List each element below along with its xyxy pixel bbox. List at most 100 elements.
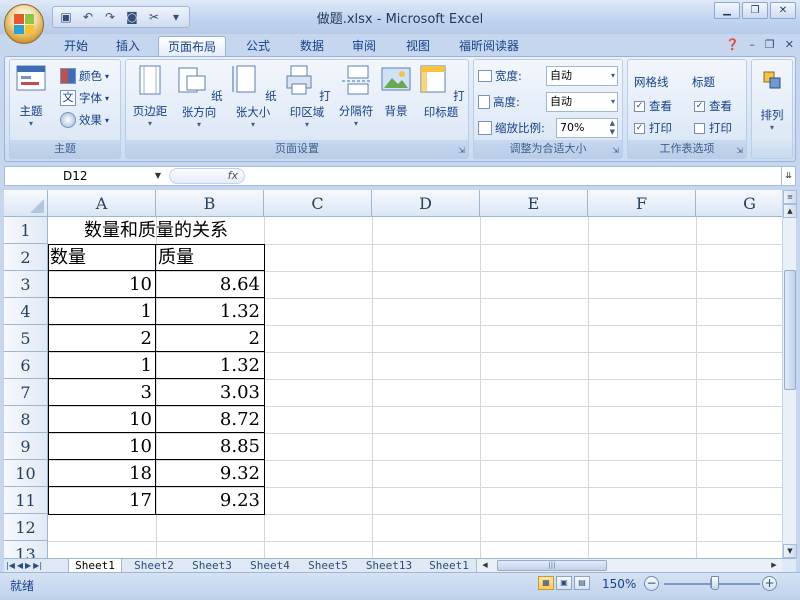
- table-cell-qty[interactable]: 10: [48, 433, 156, 460]
- table-cell-mass[interactable]: 3.03: [156, 379, 264, 406]
- tab-home[interactable]: 开始: [56, 36, 96, 56]
- first-sheet-icon[interactable]: |◀: [6, 559, 15, 572]
- table-cell-mass[interactable]: 8.64: [156, 271, 264, 298]
- worksheet-grid[interactable]: A B C D E F G 1 2 3 4 5 6 7 8 9 10 11 12…: [4, 190, 782, 558]
- expand-formula-bar-icon[interactable]: ⇊: [781, 167, 795, 185]
- print-area-button[interactable]: 打印区域 ▾: [280, 64, 334, 129]
- zoom-level[interactable]: 150%: [602, 577, 636, 591]
- cell-a2-header[interactable]: 数量: [50, 244, 154, 271]
- table-cell-mass[interactable]: 9.32: [156, 460, 264, 487]
- sheet-tab-sheet5[interactable]: Sheet5: [300, 559, 356, 573]
- row-header-7[interactable]: 7: [4, 379, 48, 406]
- scale-launcher-icon[interactable]: ⇲: [612, 146, 619, 155]
- table-cell-mass[interactable]: 8.85: [156, 433, 264, 460]
- row-header-1[interactable]: 1: [4, 217, 48, 244]
- maximize-button[interactable]: ❐: [742, 2, 768, 19]
- table-cell-qty[interactable]: 17: [48, 487, 156, 514]
- sheet-tab-sheet4[interactable]: Sheet4: [242, 559, 298, 573]
- zoom-out-icon[interactable]: −: [644, 576, 659, 591]
- row-header-6[interactable]: 6: [4, 352, 48, 379]
- row-header-5[interactable]: 5: [4, 325, 48, 352]
- background-button[interactable]: 背景: [378, 64, 414, 119]
- vertical-scrollbar[interactable]: ≡ ▲ ▼: [782, 190, 797, 558]
- scroll-up-icon[interactable]: ▲: [783, 204, 797, 218]
- horizontal-scroll-thumb[interactable]: |||: [497, 560, 607, 571]
- column-header-a[interactable]: A: [48, 190, 156, 217]
- normal-view-icon[interactable]: ▦: [538, 576, 554, 590]
- scale-stepper[interactable]: 70% ▲ ▼: [556, 118, 618, 138]
- prev-sheet-icon[interactable]: ◀: [17, 559, 23, 572]
- scroll-down-icon[interactable]: ▼: [783, 544, 797, 558]
- tab-review[interactable]: 审阅: [344, 36, 384, 56]
- table-cell-qty[interactable]: 1: [48, 352, 156, 379]
- gridlines-print-checkbox[interactable]: ✓ 打印: [634, 120, 672, 136]
- cell-b2-header[interactable]: 质量: [158, 244, 262, 271]
- row-header-10[interactable]: 10: [4, 460, 48, 487]
- table-cell-qty[interactable]: 2: [48, 325, 156, 352]
- tab-view[interactable]: 视图: [398, 36, 438, 56]
- column-header-g[interactable]: G: [696, 190, 782, 217]
- restore-icon[interactable]: ❐: [765, 38, 775, 51]
- zoom-slider-thumb[interactable]: [711, 576, 719, 590]
- page-break-preview-icon[interactable]: ▤: [574, 576, 590, 590]
- print-titles-button[interactable]: 打印标题: [414, 64, 468, 120]
- themes-button[interactable]: 主题 ▾: [12, 64, 50, 128]
- table-cell-qty[interactable]: 18: [48, 460, 156, 487]
- breaks-button[interactable]: 分隔符 ▾: [334, 64, 378, 128]
- tab-data[interactable]: 数据: [292, 36, 332, 56]
- office-button[interactable]: [4, 4, 44, 44]
- horizontal-scrollbar[interactable]: ◀ ||| ▶: [476, 559, 782, 573]
- tab-page-layout[interactable]: 页面布局: [158, 36, 226, 56]
- cell-a1-title[interactable]: 数量和质量的关系: [48, 217, 264, 244]
- sheet-tab-sheet2[interactable]: Sheet2: [126, 559, 182, 573]
- column-header-f[interactable]: F: [588, 190, 696, 217]
- scroll-left-icon[interactable]: ◀: [479, 559, 491, 572]
- row-header-11[interactable]: 11: [4, 487, 48, 514]
- row-header-12[interactable]: 12: [4, 514, 48, 541]
- headings-view-checkbox[interactable]: ✓ 查看: [694, 98, 732, 114]
- table-cell-mass[interactable]: 9.23: [156, 487, 264, 514]
- table-cell-mass[interactable]: 1.32: [156, 298, 264, 325]
- table-cell-qty[interactable]: 3: [48, 379, 156, 406]
- size-button[interactable]: 纸张大小 ▾: [226, 64, 280, 129]
- zoom-in-icon[interactable]: +: [762, 576, 777, 591]
- arrange-button[interactable]: 排列 ▾: [752, 70, 792, 132]
- vertical-scroll-thumb[interactable]: [784, 270, 796, 390]
- select-all-button[interactable]: [4, 190, 48, 217]
- sheet-tab-sheet3[interactable]: Sheet3: [184, 559, 240, 573]
- table-cell-qty[interactable]: 1: [48, 298, 156, 325]
- row-header-8[interactable]: 8: [4, 406, 48, 433]
- theme-effects-button[interactable]: 效果 ▾: [60, 110, 109, 130]
- row-header-9[interactable]: 9: [4, 433, 48, 460]
- sheet-tab-sheet13[interactable]: Sheet13: [358, 559, 420, 573]
- page-setup-launcher-icon[interactable]: ⇲: [458, 146, 465, 155]
- sheet-tab-sheet1-truncated[interactable]: Sheet1: [424, 559, 474, 573]
- name-box[interactable]: D12 ▼: [5, 167, 163, 185]
- width-dropdown[interactable]: 自动 ▾: [546, 66, 618, 86]
- page-layout-view-icon[interactable]: ▣: [556, 576, 572, 590]
- column-header-b[interactable]: B: [156, 190, 264, 217]
- row-header-2[interactable]: 2: [4, 244, 48, 271]
- theme-colors-button[interactable]: 颜色 ▾: [60, 66, 109, 86]
- sheet-tab-sheet1[interactable]: Sheet1: [68, 559, 122, 573]
- spin-arrows-icon[interactable]: ▲ ▼: [610, 119, 615, 137]
- scroll-right-icon[interactable]: ▶: [768, 559, 780, 572]
- table-cell-mass[interactable]: 1.32: [156, 352, 264, 379]
- tab-foxit-reader[interactable]: 福昕阅读器: [452, 36, 526, 56]
- close-workbook-icon[interactable]: ✕: [785, 38, 794, 51]
- column-header-c[interactable]: C: [264, 190, 372, 217]
- table-cell-mass[interactable]: 2: [156, 325, 264, 352]
- table-cell-mass[interactable]: 8.72: [156, 406, 264, 433]
- headings-print-checkbox[interactable]: 打印: [694, 120, 732, 136]
- orientation-button[interactable]: 纸张方向 ▾: [172, 64, 226, 129]
- theme-fonts-button[interactable]: 文 字体 ▾: [60, 88, 109, 108]
- formula-input[interactable]: [249, 167, 779, 185]
- minimize-button[interactable]: ▁: [714, 2, 740, 19]
- gridlines-view-checkbox[interactable]: ✓ 查看: [634, 98, 672, 114]
- help-icon[interactable]: ❓: [726, 38, 740, 51]
- next-sheet-icon[interactable]: ▶: [25, 559, 31, 572]
- insert-function-button[interactable]: fx: [169, 168, 245, 184]
- split-box-icon[interactable]: ≡: [783, 190, 797, 204]
- row-header-3[interactable]: 3: [4, 271, 48, 298]
- tab-insert[interactable]: 插入: [108, 36, 148, 56]
